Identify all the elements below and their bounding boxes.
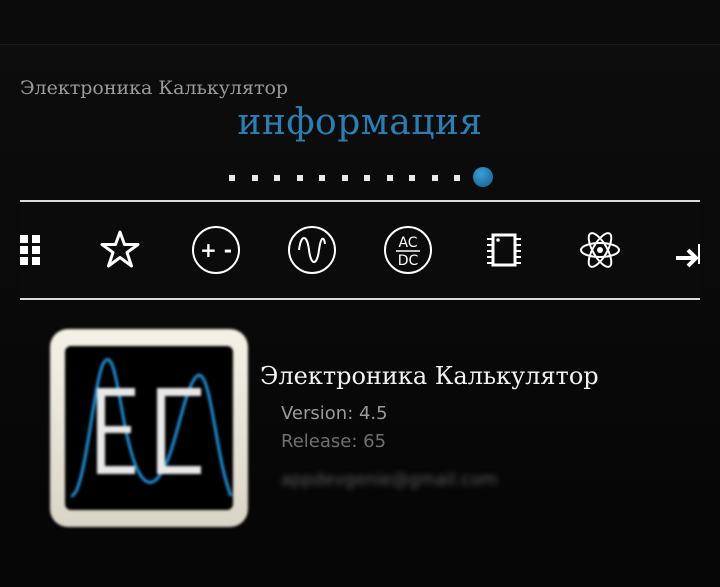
plus-minus-label: + - <box>200 238 232 262</box>
star-icon <box>100 230 140 268</box>
sine-wave-icon <box>288 226 336 274</box>
page-title: информация <box>237 102 483 143</box>
ac-dc-icon: AC DC <box>384 226 432 274</box>
chip-icon <box>487 233 521 267</box>
ac-dc-button[interactable]: AC DC <box>382 224 434 276</box>
page-dot[interactable] <box>454 175 460 181</box>
version-text: Version: 4.5 <box>281 403 388 424</box>
page-indicator[interactable] <box>0 166 720 190</box>
grid-button[interactable] <box>20 224 64 276</box>
next-button[interactable] <box>670 224 700 276</box>
page-dot[interactable] <box>251 175 258 181</box>
page-dot[interactable] <box>229 175 235 181</box>
about-app-name: Электроника Калькулятор <box>260 362 599 390</box>
ac-label: AC <box>398 235 417 251</box>
arrow-right-icon <box>676 244 700 268</box>
page-dot[interactable] <box>409 175 415 181</box>
app-logo-icon <box>70 358 233 498</box>
page-dot[interactable] <box>431 175 438 181</box>
page-dot[interactable] <box>274 175 280 181</box>
grid-icon <box>20 235 40 265</box>
page-dot-active[interactable] <box>472 167 493 187</box>
app-title: Электроника Калькулятор <box>20 77 289 99</box>
dc-label: DC <box>398 253 419 269</box>
plus-minus-button[interactable]: + - <box>190 224 242 276</box>
release-text: Release: 65 <box>281 431 387 452</box>
chip-button[interactable] <box>478 224 530 276</box>
physics-button[interactable] <box>574 224 626 276</box>
page-dot[interactable] <box>341 175 348 181</box>
page-dot[interactable] <box>319 175 325 181</box>
plus-minus-icon: + - <box>192 226 240 274</box>
waveform-button[interactable] <box>286 224 338 276</box>
mode-toolbar: + - AC DC <box>20 200 700 300</box>
contact-email-link[interactable]: appdevgenie@gmail.com <box>281 470 497 490</box>
page-dot[interactable] <box>364 175 370 181</box>
page-dot[interactable] <box>296 175 303 181</box>
favorites-button[interactable] <box>94 224 146 276</box>
page-dot[interactable] <box>386 175 393 181</box>
atom-icon <box>580 232 620 268</box>
status-bar <box>0 0 720 44</box>
app-logo <box>50 329 248 527</box>
